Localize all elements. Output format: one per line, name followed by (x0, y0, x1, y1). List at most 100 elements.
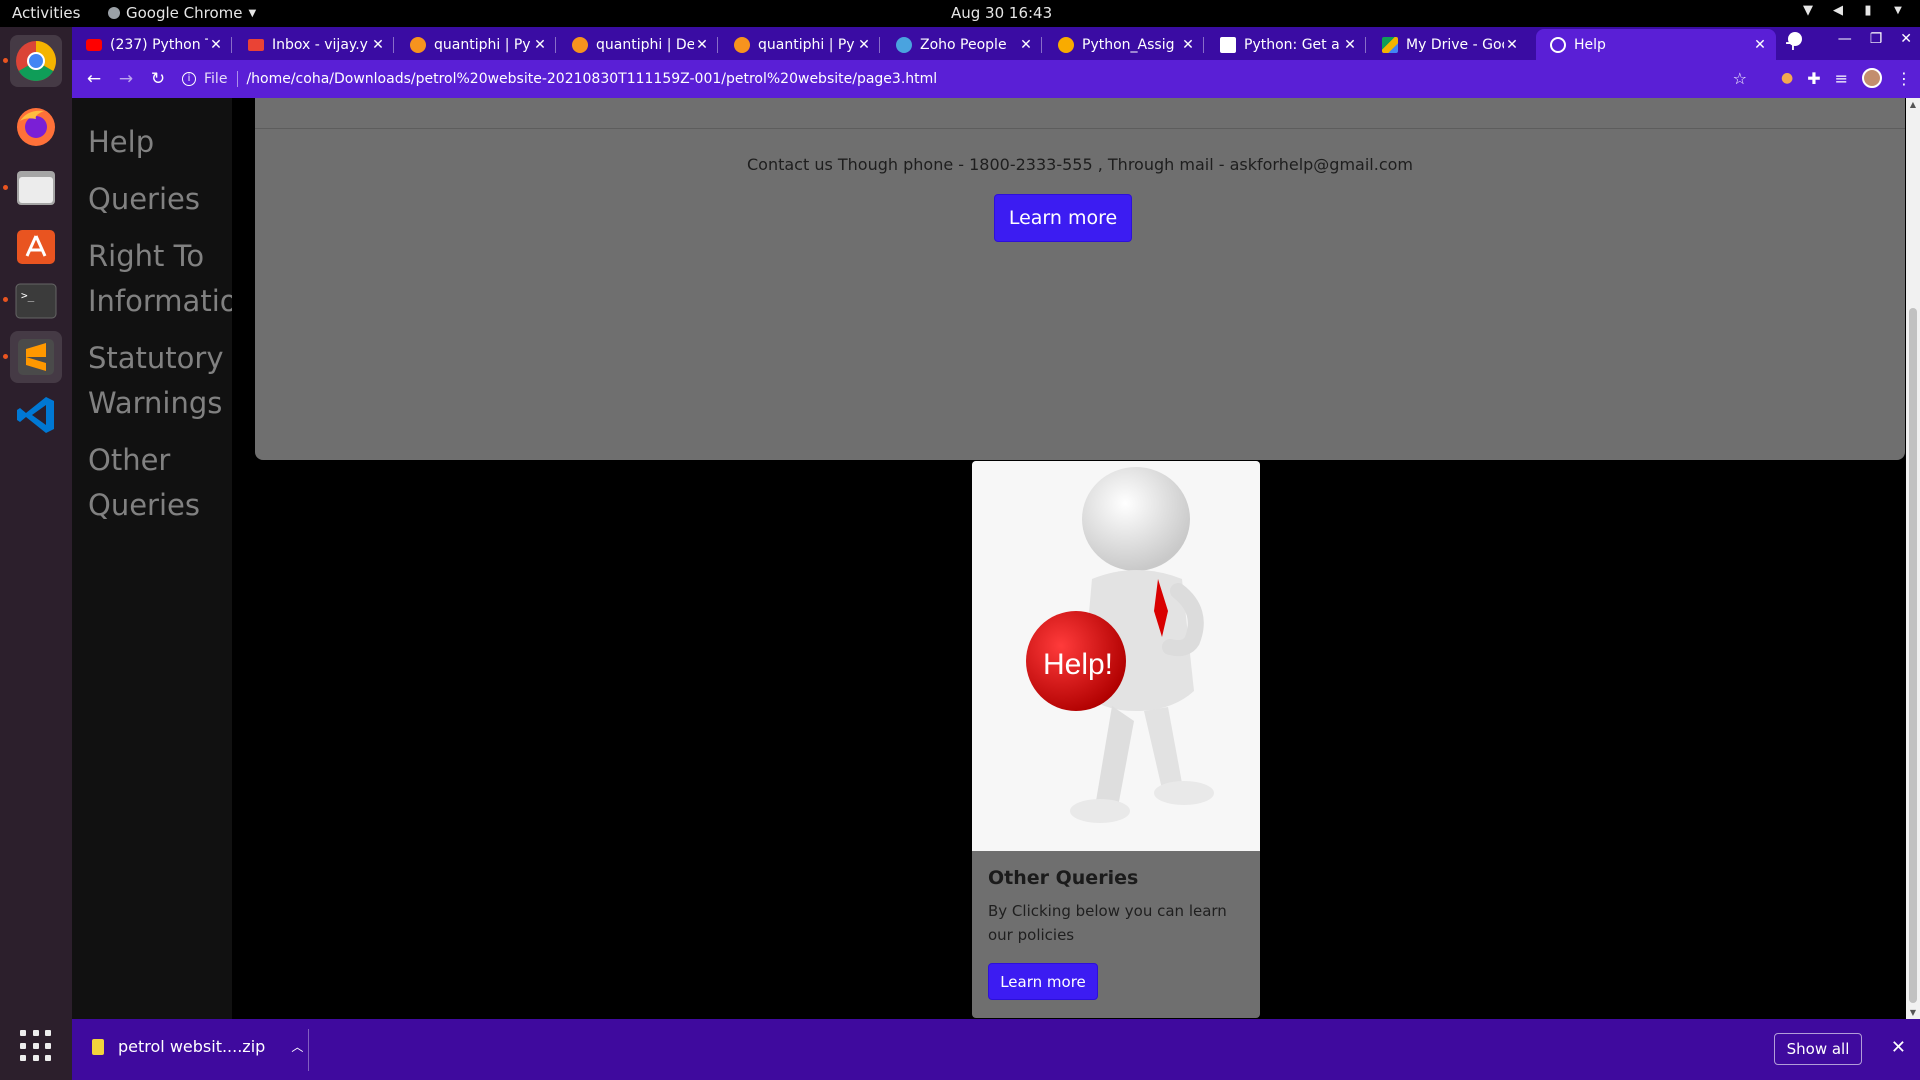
tab[interactable]: Python_Assig ✕ (1044, 29, 1204, 60)
close-icon[interactable]: ✕ (532, 37, 548, 53)
chrome-icon (16, 41, 56, 81)
vscode-icon (17, 397, 54, 433)
tab-title: Inbox - vijay.y (272, 36, 368, 53)
bookmark-star-icon[interactable]: ☆ (1733, 69, 1747, 88)
svg-text:>_: >_ (21, 289, 35, 302)
download-item[interactable]: petrol websit....zip ︿ (92, 1037, 303, 1056)
volume-icon: ◀ (1833, 3, 1843, 18)
reload-icon[interactable]: ↻ (142, 69, 174, 89)
scroll-up-icon[interactable]: ▲ (1908, 100, 1918, 109)
globe-icon (1550, 36, 1566, 53)
menu-kebab-icon[interactable]: ⋮ (1896, 69, 1912, 88)
close-icon[interactable]: ✕ (1018, 37, 1034, 53)
dock-firefox[interactable] (10, 101, 62, 153)
show-all-button[interactable]: Show all (1774, 1033, 1862, 1065)
nav-link-right-to-information[interactable]: Right To Information (72, 234, 232, 324)
chevron-down-icon: ▼ (1894, 5, 1902, 16)
dock-terminal[interactable]: >_ (10, 275, 62, 327)
minimize-icon[interactable]: — (1838, 31, 1852, 47)
nav-link-queries[interactable]: Queries (72, 177, 232, 222)
reading-list-icon[interactable]: ≡ (1835, 69, 1848, 88)
tab-active[interactable]: Help ✕ (1536, 29, 1776, 60)
tab-search-icon[interactable] (1787, 32, 1802, 46)
nav-link-help[interactable]: Help (72, 120, 232, 165)
other-queries-card: Help! Other Queries By Clicking below yo… (972, 461, 1260, 1018)
forward-icon[interactable]: → (110, 69, 142, 89)
download-bar: petrol websit....zip ︿ Show all ✕ (72, 1019, 1920, 1080)
close-icon[interactable]: ✕ (1504, 37, 1520, 53)
url-scheme: File (204, 71, 228, 87)
card-text: By Clicking below you can learn our poli… (988, 902, 1227, 944)
app-menu[interactable]: Google Chrome ▼ (108, 4, 256, 22)
tab[interactable]: Inbox - vijay.y ✕ (234, 29, 394, 60)
scrollbar-thumb[interactable] (1909, 308, 1917, 1003)
extension-cookie-icon[interactable]: ● (1781, 70, 1793, 86)
contact-jumbotron: Contact us Though phone - 1800-2333-555 … (255, 98, 1905, 460)
scrollbar[interactable]: ▲ ▼ (1906, 98, 1920, 1019)
sublime-text-icon (18, 339, 54, 375)
tab[interactable]: quantiphi | Py ✕ (720, 29, 880, 60)
running-indicator (3, 354, 8, 359)
help-ball-label: Help! (1043, 648, 1113, 681)
system-top-bar: Activities Google Chrome ▼ Aug 30 16:43 … (0, 0, 1920, 27)
maximize-icon[interactable]: ❐ (1870, 31, 1883, 47)
dock-chrome[interactable] (10, 35, 62, 87)
tab-title: My Drive - Goo (1406, 36, 1504, 53)
close-icon[interactable]: ✕ (208, 37, 224, 53)
files-icon (17, 171, 55, 205)
back-icon[interactable]: ← (78, 69, 110, 89)
tab[interactable]: Python: Get a ✕ (1206, 29, 1366, 60)
tab[interactable]: (237) Python T ✕ (72, 29, 232, 60)
info-icon[interactable]: i (182, 72, 196, 86)
tab-title: Python: Get a (1244, 36, 1340, 53)
scroll-down-icon[interactable]: ▼ (1908, 1008, 1918, 1017)
close-window-icon[interactable]: ✕ (1900, 31, 1912, 47)
card-body: Other Queries By Clicking below you can … (972, 851, 1260, 1016)
activities-button[interactable]: Activities (12, 4, 80, 22)
tab-title: Zoho People (920, 36, 1007, 53)
card-learn-more-button[interactable]: Learn more (988, 963, 1098, 1000)
close-icon[interactable]: ✕ (370, 37, 386, 53)
side-navigation: Help Queries Right To Information Statut… (72, 98, 232, 1019)
download-filename: petrol websit....zip (118, 1037, 266, 1056)
close-icon[interactable]: ✕ (1752, 37, 1768, 53)
zoho-icon (896, 36, 912, 53)
nav-link-statutory-warnings[interactable]: Statutory Warnings (72, 336, 224, 426)
close-icon[interactable]: ✕ (694, 37, 710, 53)
dock-vscode[interactable] (10, 389, 62, 441)
clock[interactable]: Aug 30 16:43 (951, 4, 1052, 22)
close-icon[interactable]: ✕ (1180, 37, 1196, 53)
youtube-icon (86, 38, 102, 51)
system-tray[interactable]: ▼ ◀ ▮ ▼ (1800, 3, 1906, 19)
battery-icon: ▮ (1864, 3, 1872, 18)
close-icon[interactable]: ✕ (1342, 37, 1358, 53)
tab[interactable]: Zoho People ✕ (882, 29, 1042, 60)
tab[interactable]: quantiphi | De ✕ (558, 29, 718, 60)
dock-sublime[interactable] (10, 331, 62, 383)
url-text[interactable]: /home/coha/Downloads/petrol%20website-20… (246, 71, 937, 87)
nav-link-other-queries[interactable]: Other Queries (72, 438, 200, 528)
running-indicator (3, 297, 8, 302)
chevron-up-icon[interactable]: ︿ (291, 1038, 303, 1055)
close-icon[interactable]: ✕ (856, 37, 872, 53)
chevron-down-icon: ▼ (248, 7, 257, 19)
tab-title: Help (1574, 36, 1606, 53)
tab-title: quantiphi | Py (434, 36, 531, 53)
terminal-icon: >_ (15, 283, 57, 319)
profile-avatar[interactable] (1862, 68, 1882, 88)
divider (308, 1029, 309, 1071)
app-grid-icon[interactable] (20, 1030, 52, 1062)
close-icon[interactable]: ✕ (1891, 1037, 1906, 1058)
tab-title: (237) Python T (110, 36, 208, 53)
dock-files[interactable] (10, 161, 62, 213)
extensions-puzzle-icon[interactable]: ✚ (1807, 69, 1820, 88)
address-bar[interactable]: i File /home/coha/Downloads/petrol%20web… (182, 65, 1832, 93)
dock-software-center[interactable] (10, 219, 62, 271)
tab-title: quantiphi | Py (758, 36, 855, 53)
learn-more-button[interactable]: Learn more (994, 194, 1132, 242)
chrome-small-icon (108, 7, 120, 19)
tab[interactable]: quantiphi | Py ✕ (396, 29, 556, 60)
tab[interactable]: My Drive - Goo ✕ (1368, 29, 1528, 60)
app-name-label: Google Chrome (126, 4, 243, 22)
quantiphi-icon (572, 36, 588, 53)
